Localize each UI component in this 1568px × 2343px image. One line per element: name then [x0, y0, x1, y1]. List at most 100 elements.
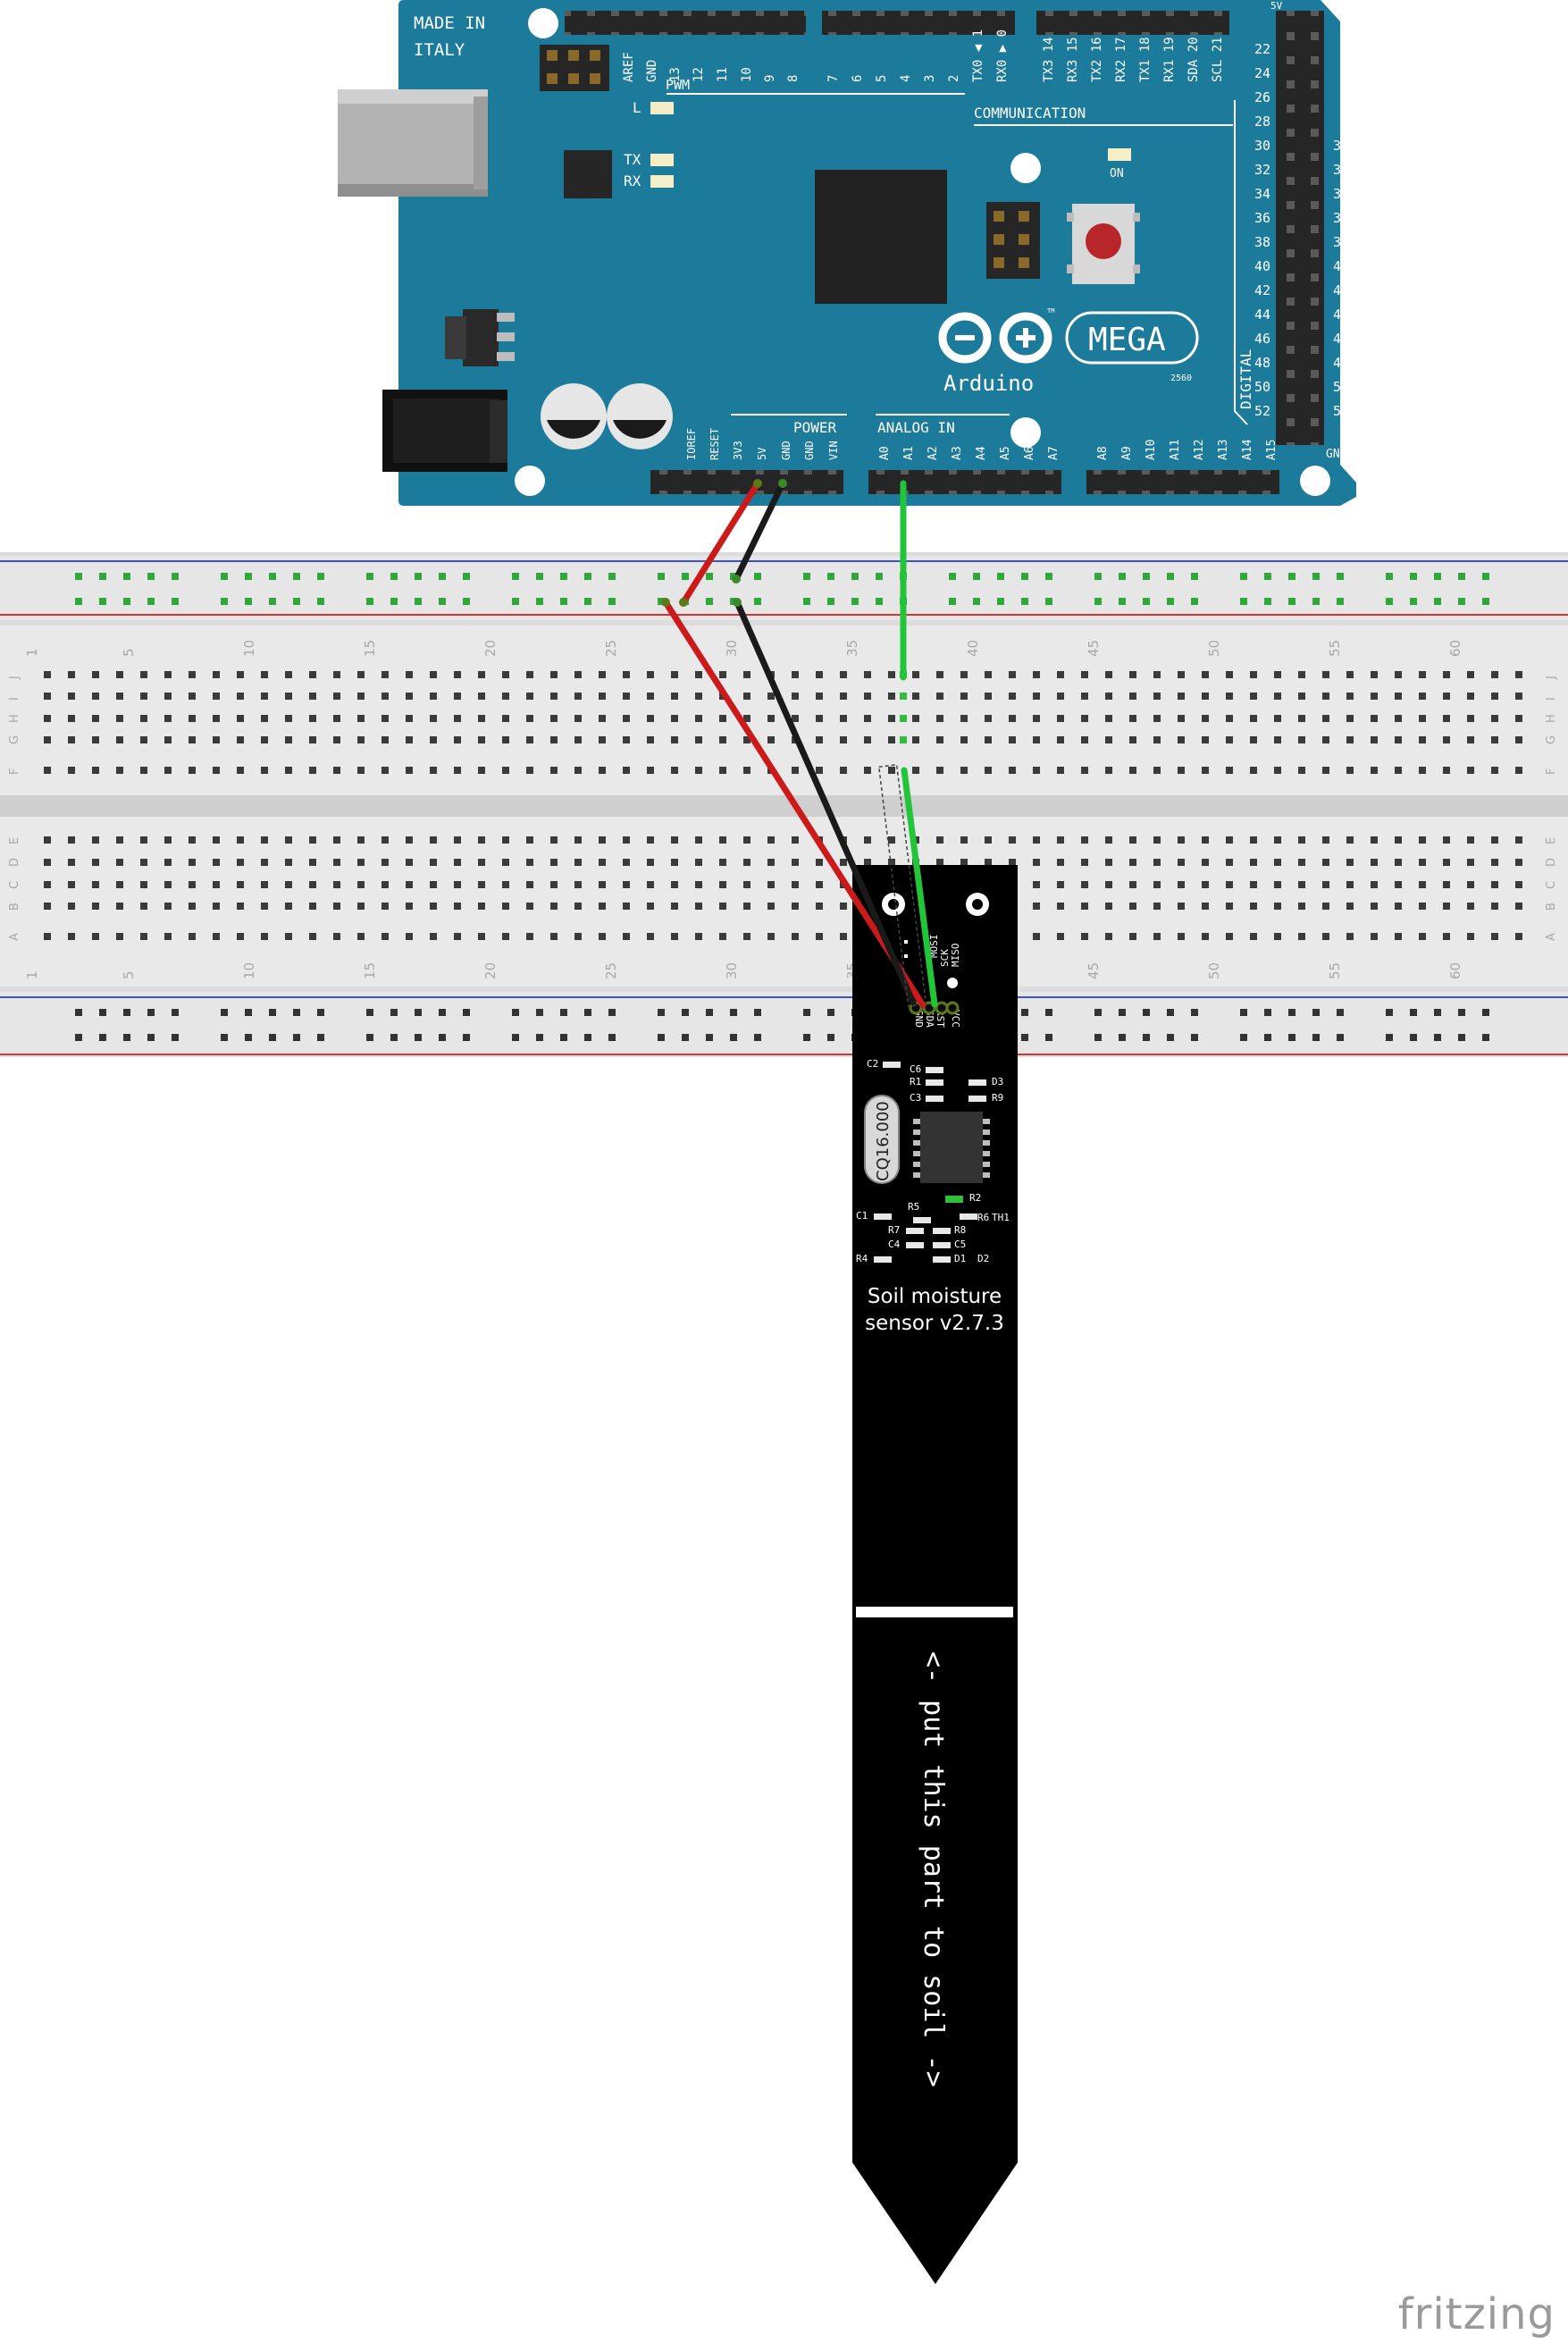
rail-hole	[1191, 598, 1198, 605]
hole	[599, 933, 606, 940]
hole	[1443, 836, 1450, 844]
hole	[1153, 881, 1161, 888]
hole	[623, 836, 630, 844]
smd-component	[968, 1079, 986, 1086]
header-pin-label: RX3 15	[1066, 37, 1080, 82]
hole	[357, 836, 365, 844]
hole	[406, 836, 413, 844]
rail-hole	[730, 1034, 737, 1041]
hole	[140, 736, 147, 743]
hole	[1395, 671, 1402, 678]
hole	[1153, 736, 1161, 743]
rail-hole	[366, 573, 373, 580]
rail-hole	[293, 1009, 300, 1016]
component-label: R2	[969, 1192, 981, 1204]
hole	[767, 836, 775, 844]
hole	[357, 933, 365, 940]
hole	[92, 767, 99, 774]
hole	[357, 693, 365, 700]
hole	[888, 736, 895, 743]
hole	[454, 715, 461, 722]
hole	[1226, 903, 1233, 910]
hole	[623, 859, 630, 866]
hole	[1153, 671, 1161, 678]
hole	[1250, 715, 1257, 722]
hole	[1033, 859, 1040, 866]
hole	[1081, 671, 1088, 678]
hole	[1371, 881, 1378, 888]
column-number: 10	[241, 962, 257, 979]
hole	[357, 715, 365, 722]
hole	[816, 736, 823, 743]
hole	[382, 859, 389, 866]
hole	[164, 933, 172, 940]
hole	[357, 881, 365, 888]
hole	[116, 859, 123, 866]
rail-hole	[1264, 573, 1271, 580]
rail-hole	[75, 1009, 82, 1016]
hole	[526, 767, 533, 774]
hole	[647, 767, 654, 774]
row-letter: J	[1545, 676, 1558, 680]
hole	[140, 671, 147, 678]
hole	[213, 715, 220, 722]
hole	[960, 859, 968, 866]
tx-led	[650, 154, 674, 166]
rail-hole	[317, 1009, 324, 1016]
hole	[1250, 736, 1257, 743]
hole	[1178, 933, 1185, 940]
column-number: 25	[603, 640, 619, 657]
hole	[1057, 859, 1064, 866]
hole	[1129, 836, 1136, 844]
reset-button[interactable]	[1067, 204, 1140, 284]
hole	[1395, 903, 1402, 910]
hole	[68, 693, 75, 700]
rail-hole	[1337, 598, 1344, 605]
hole	[550, 859, 558, 866]
hole	[599, 881, 606, 888]
header-pin-label: GND	[645, 60, 659, 82]
hole	[1057, 671, 1064, 678]
column-number: 60	[1447, 962, 1463, 979]
hole	[189, 671, 196, 678]
hole	[1491, 903, 1498, 910]
hole	[574, 767, 582, 774]
rail-hole	[1119, 573, 1126, 580]
hole	[985, 671, 992, 678]
hole	[1081, 859, 1088, 866]
rail-hole	[560, 1034, 567, 1041]
hole	[261, 736, 268, 743]
hole	[1250, 859, 1257, 866]
hole	[333, 859, 340, 866]
hole	[1419, 881, 1426, 888]
hole	[430, 736, 437, 743]
hole	[189, 903, 196, 910]
hole	[719, 881, 726, 888]
rail-hole	[754, 1009, 761, 1016]
rail-hole	[1191, 1009, 1198, 1016]
hole	[1443, 933, 1450, 940]
hole	[502, 881, 509, 888]
rail-hole	[415, 1009, 422, 1016]
hole	[695, 933, 702, 940]
hole	[92, 693, 99, 700]
hole	[526, 836, 533, 844]
hole	[237, 933, 244, 940]
component-label: C1	[856, 1210, 868, 1222]
hole	[695, 693, 702, 700]
mount-hole	[1010, 417, 1041, 448]
hole	[164, 903, 172, 910]
hole	[164, 693, 172, 700]
rail-hole	[1119, 598, 1126, 605]
hole	[574, 736, 582, 743]
rail-hole	[147, 573, 155, 580]
mount-hole	[1010, 153, 1041, 183]
hole	[406, 903, 413, 910]
header-pin-label: 10	[740, 67, 754, 82]
rail-hole	[1119, 1034, 1126, 1041]
hole	[816, 933, 823, 940]
hole	[1395, 933, 1402, 940]
hole	[1226, 715, 1233, 722]
column-number: 25	[603, 962, 619, 979]
digital-pin-label: 47	[1333, 331, 1349, 347]
